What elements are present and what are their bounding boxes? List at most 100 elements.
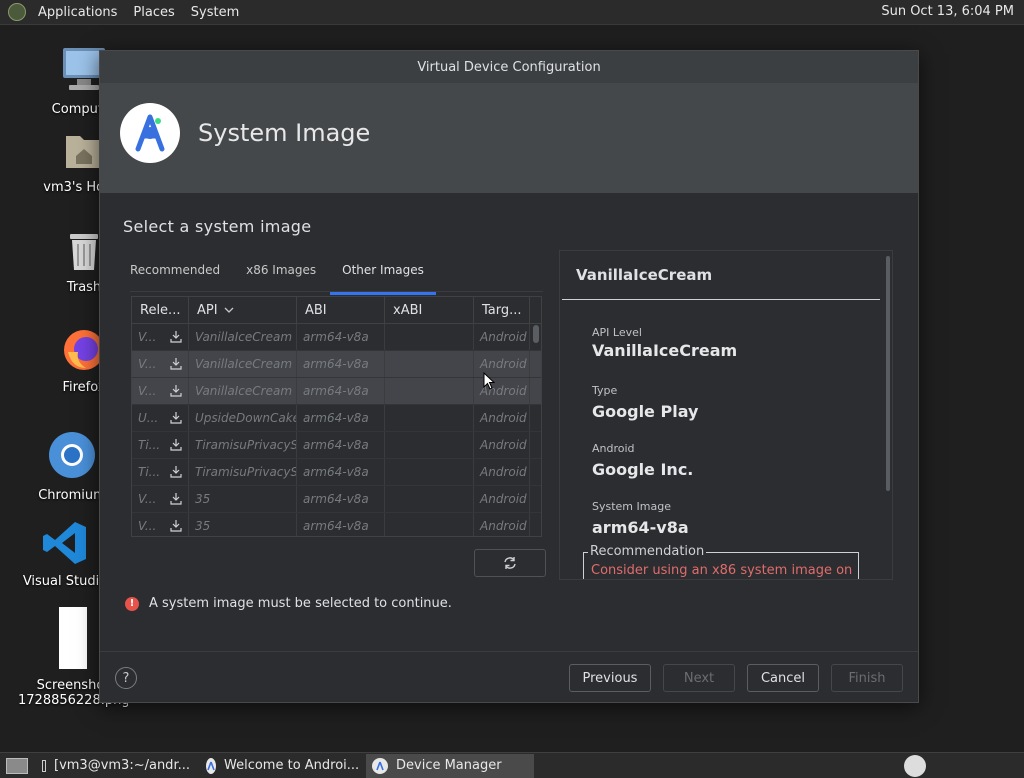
cell-api: 35 xyxy=(189,513,297,536)
cell-abi: arm64-v8a xyxy=(297,351,385,377)
table-scrollbar[interactable] xyxy=(533,325,539,343)
menu-applications[interactable]: Applications xyxy=(34,5,121,20)
column-header-xabi[interactable]: xABI xyxy=(385,297,474,323)
cell-release: V... xyxy=(132,351,189,377)
recommendation-text: Consider using an x86 system image on xyxy=(591,563,853,578)
tab-recommended[interactable]: Recommended xyxy=(130,255,220,291)
download-icon[interactable] xyxy=(170,330,182,343)
dialog-title: Virtual Device Configuration xyxy=(417,59,601,75)
column-header-api-label: API xyxy=(197,302,218,318)
cell-api-text: VanillaIceCream xyxy=(195,384,293,398)
dialog-titlebar[interactable]: Virtual Device Configuration xyxy=(100,51,918,83)
cell-abi-text: arm64-v8a xyxy=(303,438,369,452)
image-tabs: Recommended x86 Images Other Images xyxy=(130,255,450,295)
cell-abi: arm64-v8a xyxy=(297,324,385,350)
terminal-icon xyxy=(42,759,46,772)
cell-target: Android xyxy=(474,405,530,431)
details-divider xyxy=(562,299,880,300)
header-title: System Image xyxy=(198,119,371,147)
android-studio-tray-icon[interactable] xyxy=(904,755,926,777)
previous-button[interactable]: Previous xyxy=(569,664,651,692)
taskbar-item-terminal[interactable]: [vm3@vm3:~/andr... xyxy=(36,754,196,778)
column-header-target[interactable]: Targ... xyxy=(474,297,530,323)
cell-api: TiramisuPrivacySandbox xyxy=(189,459,297,485)
taskbar-item-label: [vm3@vm3:~/andr... xyxy=(54,758,190,773)
table-row[interactable]: Ti... TiramisuPrivacySandbox arm64-v8a Andr… xyxy=(132,459,541,486)
cell-xabi xyxy=(385,324,474,350)
cell-api: VanillaIceCream xyxy=(189,378,297,404)
cell-api-text: TiramisuPrivacySandbox xyxy=(195,465,297,479)
android-studio-logo-icon xyxy=(120,103,180,163)
error-row: ! A system image must be selected to con… xyxy=(125,596,452,611)
error-icon: ! xyxy=(125,596,139,611)
download-icon[interactable] xyxy=(170,384,182,397)
download-icon[interactable] xyxy=(170,519,182,532)
dialog-header: System Image xyxy=(100,83,918,193)
cell-abi: arm64-v8a xyxy=(297,459,385,485)
system-image-value: arm64-v8a xyxy=(592,518,689,537)
image-file-icon xyxy=(59,607,87,669)
cell-target: Android xyxy=(474,513,530,536)
show-desktop-icon[interactable] xyxy=(6,757,28,774)
finish-button[interactable]: Finish xyxy=(831,664,903,692)
refresh-button[interactable] xyxy=(474,549,546,577)
system-image-table[interactable]: Rele... API ABI xABI Targ... V... Vanilla… xyxy=(131,296,542,537)
cell-target-text: Android xyxy=(480,492,527,506)
tab-other-images[interactable]: Other Images xyxy=(330,255,436,295)
cell-abi-text: arm64-v8a xyxy=(303,357,369,371)
cell-release: V... xyxy=(132,378,189,404)
cell-target: Android xyxy=(474,459,530,485)
api-level-label: API Level xyxy=(592,326,642,339)
help-button[interactable]: ? xyxy=(115,667,137,689)
tabs-divider xyxy=(130,291,543,292)
table-row[interactable]: V... VanillaIceCream arm64-v8a Android xyxy=(132,378,541,405)
cell-target: Android xyxy=(474,324,530,350)
system-image-label: System Image xyxy=(592,500,671,513)
download-icon[interactable] xyxy=(170,438,182,451)
download-icon[interactable] xyxy=(170,411,182,424)
android-label: Android xyxy=(592,442,635,455)
tab-x86-images[interactable]: x86 Images xyxy=(246,255,316,291)
table-row[interactable]: V... VanillaIceCream arm64-v8a Android xyxy=(132,351,541,378)
taskbar-item-welcome-android-studio[interactable]: Welcome to Androi... xyxy=(200,754,362,778)
cell-abi-text: arm64-v8a xyxy=(303,330,369,344)
cell-release: Ti... xyxy=(132,432,189,458)
distro-logo-icon[interactable] xyxy=(8,3,26,21)
cell-release: V... xyxy=(132,486,189,512)
cell-target-text: Android xyxy=(480,465,527,479)
table-row[interactable]: V... VanillaIceCream arm64-v8a Android xyxy=(132,324,541,351)
cell-target-text: Android xyxy=(480,438,527,452)
taskbar-item-device-manager[interactable]: Device Manager xyxy=(366,753,534,778)
details-scrollbar[interactable] xyxy=(886,256,890,491)
cancel-button[interactable]: Cancel xyxy=(747,664,819,692)
cell-abi-text: arm64-v8a xyxy=(303,519,369,533)
cell-abi: arm64-v8a xyxy=(297,405,385,431)
table-row[interactable]: V... 35 arm64-v8a Android xyxy=(132,486,541,513)
column-header-abi[interactable]: ABI xyxy=(297,297,385,323)
cell-release-text: V... xyxy=(138,357,157,371)
table-row[interactable]: V... 35 arm64-v8a Android xyxy=(132,513,541,536)
cell-api-text: VanillaIceCream xyxy=(195,357,293,371)
download-icon[interactable] xyxy=(170,465,182,478)
footer-divider xyxy=(100,651,918,652)
cell-target-text: Android xyxy=(480,411,527,425)
android-studio-icon xyxy=(372,757,388,774)
menu-places[interactable]: Places xyxy=(129,5,178,20)
table-row[interactable]: Ti... TiramisuPrivacySandbox arm64-v8a Andr… xyxy=(132,432,541,459)
clock[interactable]: Sun Oct 13, 6:04 PM xyxy=(881,4,1014,19)
error-message: A system image must be selected to conti… xyxy=(149,596,452,611)
next-button[interactable]: Next xyxy=(663,664,735,692)
cell-release-text: Ti... xyxy=(138,438,161,452)
menu-system[interactable]: System xyxy=(187,5,243,20)
cell-release: Ti... xyxy=(132,459,189,485)
cell-release-text: U... xyxy=(138,411,159,425)
taskbar-item-label: Device Manager xyxy=(396,758,502,773)
download-icon[interactable] xyxy=(170,357,182,370)
trash-icon xyxy=(70,234,98,270)
cell-release-text: V... xyxy=(138,519,157,533)
column-header-release[interactable]: Rele... xyxy=(132,297,189,323)
table-row[interactable]: U... UpsideDownCake arm64-v8a Android xyxy=(132,405,541,432)
download-icon[interactable] xyxy=(170,492,182,505)
column-header-api[interactable]: API xyxy=(189,297,297,323)
sort-chevron-down-icon xyxy=(224,307,234,313)
